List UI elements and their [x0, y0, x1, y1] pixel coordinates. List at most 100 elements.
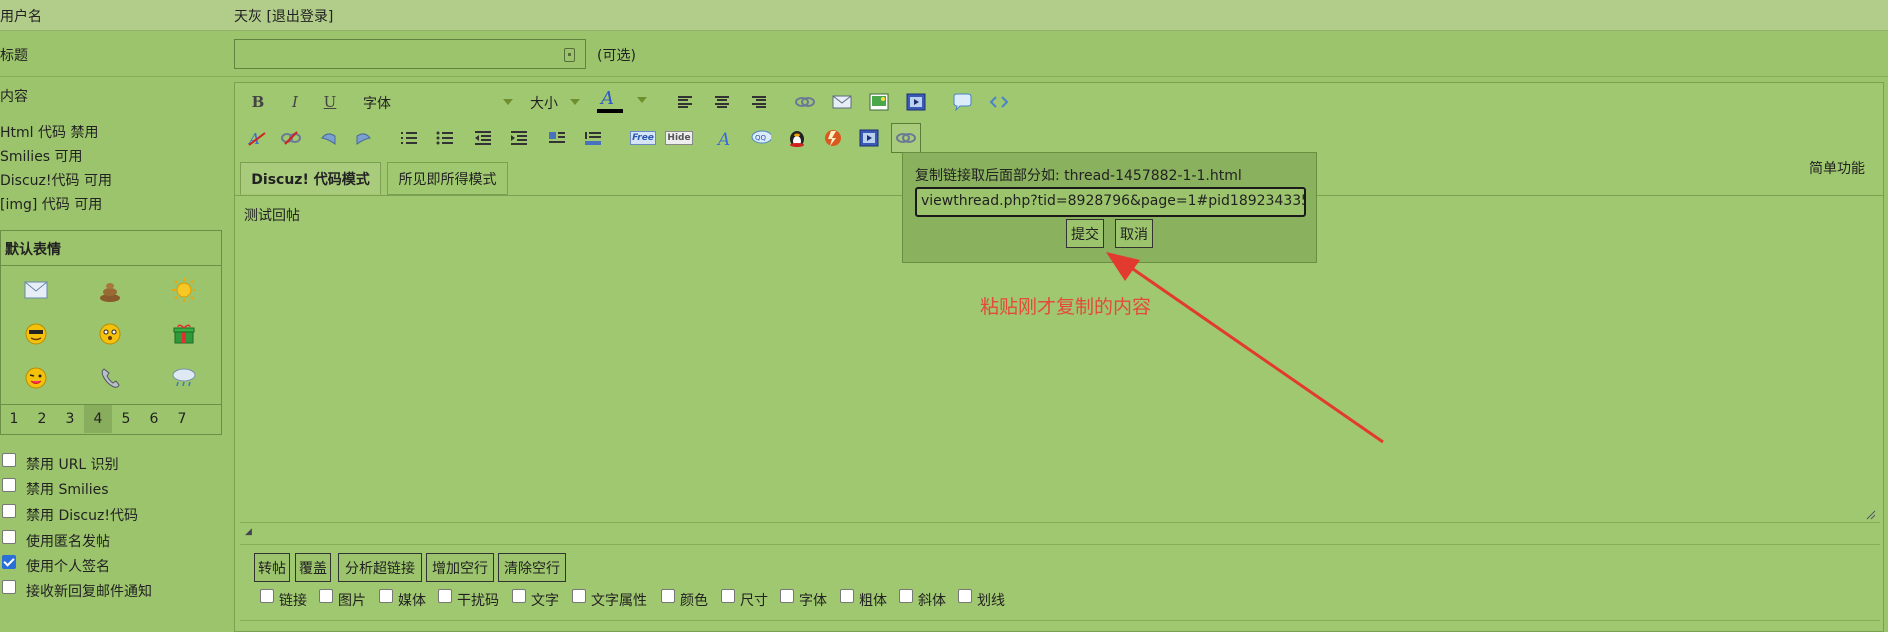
- username-value[interactable]: 天灰 [退出登录]: [234, 6, 333, 26]
- hide-icon[interactable]: Hide: [665, 128, 693, 148]
- italic-button[interactable]: I: [286, 90, 304, 114]
- filter-noise-checkbox[interactable]: [438, 589, 452, 603]
- size-dropdown-label: 大小: [530, 96, 558, 112]
- username-label: 用户名: [0, 9, 42, 25]
- poop-icon[interactable]: [97, 277, 123, 303]
- clear-blank-lines-button[interactable]: 清除空行: [498, 553, 566, 582]
- phone-icon[interactable]: [97, 365, 123, 391]
- parse-links-button[interactable]: 分析超链接: [338, 553, 422, 582]
- text-style-icon[interactable]: A: [715, 128, 735, 148]
- rain-cloud-icon[interactable]: [171, 365, 197, 391]
- smilies-page-7[interactable]: 7: [168, 405, 196, 433]
- option-signature-checkbox[interactable]: [2, 555, 16, 569]
- outdent-icon[interactable]: [473, 128, 493, 148]
- link-url-input[interactable]: viewthread.php?tid=8928796&page=1#pid189…: [915, 187, 1306, 217]
- font-color-dropdown[interactable]: A: [595, 88, 647, 114]
- filter-font-checkbox[interactable]: [780, 589, 794, 603]
- filter-strike-label: 划线: [977, 593, 1005, 609]
- tab-discuz-code-mode[interactable]: Discuz! 代码模式: [240, 162, 381, 195]
- insert-link-active-icon[interactable]: [891, 123, 921, 153]
- filter-text-checkbox[interactable]: [512, 589, 526, 603]
- rule-smilies: Smilies 可用: [0, 149, 83, 165]
- smilies-page-4[interactable]: 4: [84, 405, 112, 433]
- smilies-page-3[interactable]: 3: [56, 405, 84, 433]
- email-icon[interactable]: [832, 92, 852, 112]
- filter-text-attr-label: 文字属性: [591, 593, 647, 609]
- float-right-icon[interactable]: [583, 128, 603, 148]
- filter-media-checkbox[interactable]: [379, 589, 393, 603]
- indent-icon[interactable]: [509, 128, 529, 148]
- font-dropdown[interactable]: 字体: [363, 91, 513, 113]
- filter-italic-label: 斜体: [918, 593, 946, 609]
- gift-icon[interactable]: [171, 321, 197, 347]
- filter-image-checkbox[interactable]: [319, 589, 333, 603]
- option-email-notify-checkbox[interactable]: [2, 580, 16, 594]
- link-icon[interactable]: [795, 92, 815, 112]
- float-left-icon[interactable]: [547, 128, 567, 148]
- svg-text:A: A: [716, 130, 730, 147]
- option-disable-discuz-checkbox[interactable]: [2, 504, 16, 518]
- simple-mode-toggle[interactable]: 简单功能: [1809, 158, 1865, 178]
- option-anonymous-checkbox[interactable]: [2, 530, 16, 544]
- add-blank-lines-button[interactable]: 增加空行: [426, 553, 494, 582]
- title-input[interactable]: [234, 39, 586, 69]
- unordered-list-icon[interactable]: [435, 128, 455, 148]
- video-icon[interactable]: [859, 128, 879, 148]
- free-icon[interactable]: Free: [630, 128, 656, 148]
- smilies-page-1[interactable]: 1: [0, 405, 28, 433]
- repost-button[interactable]: 转帖: [254, 553, 290, 582]
- filter-link-label: 链接: [279, 593, 307, 609]
- resize-arrow-icon[interactable]: ◢: [245, 527, 252, 537]
- surprised-face-icon[interactable]: [97, 321, 123, 347]
- chevron-down-icon: [503, 99, 513, 105]
- option-disable-smilies-checkbox[interactable]: [2, 478, 16, 492]
- smilies-page-6[interactable]: 6: [140, 405, 168, 433]
- media-icon[interactable]: [906, 92, 926, 112]
- envelope-icon[interactable]: [23, 277, 49, 303]
- tab-wysiwyg-mode[interactable]: 所见即所得模式: [387, 162, 508, 195]
- smilies-page-2[interactable]: 2: [28, 405, 56, 433]
- remove-format-icon[interactable]: A: [247, 128, 267, 148]
- popup-instruction: 复制链接取后面部分如: thread-1457882-1-1.html: [915, 168, 1242, 184]
- option-disable-url-label: 禁用 URL 识别: [26, 457, 119, 473]
- cancel-button[interactable]: 取消: [1115, 219, 1153, 248]
- filter-image-label: 图片: [338, 593, 366, 609]
- align-left-icon[interactable]: [675, 92, 695, 112]
- filter-bold-checkbox[interactable]: [840, 589, 854, 603]
- filter-text-attr-checkbox[interactable]: [572, 589, 586, 603]
- cool-face-icon[interactable]: [23, 321, 49, 347]
- filter-strike-checkbox[interactable]: [958, 589, 972, 603]
- underline-button[interactable]: U: [321, 90, 339, 114]
- filter-font-label: 字体: [799, 593, 827, 609]
- smilies-page-5[interactable]: 5: [112, 405, 140, 433]
- resize-handle-icon[interactable]: [1866, 508, 1876, 520]
- quote-icon[interactable]: [952, 92, 972, 112]
- option-signature-label: 使用个人签名: [26, 559, 110, 575]
- filter-italic-checkbox[interactable]: [899, 589, 913, 603]
- option-anonymous-label: 使用匿名发帖: [26, 534, 110, 550]
- flash-icon[interactable]: [823, 128, 843, 148]
- unlink-icon[interactable]: [281, 128, 301, 148]
- align-center-icon[interactable]: [712, 92, 732, 112]
- wink-face-icon[interactable]: [23, 365, 49, 391]
- sun-icon[interactable]: [171, 277, 197, 303]
- bold-button[interactable]: B: [249, 90, 267, 114]
- submit-button[interactable]: 提交: [1066, 219, 1104, 248]
- ordered-list-icon[interactable]: [399, 128, 419, 148]
- option-disable-url-checkbox[interactable]: [2, 453, 16, 467]
- redo-icon[interactable]: [353, 128, 373, 148]
- code-icon[interactable]: [989, 92, 1009, 112]
- filter-link-checkbox[interactable]: [260, 589, 274, 603]
- image-icon[interactable]: [869, 92, 889, 112]
- filter-size-checkbox[interactable]: [721, 589, 735, 603]
- undo-icon[interactable]: [319, 128, 339, 148]
- overwrite-button[interactable]: 覆盖: [295, 553, 331, 582]
- size-dropdown[interactable]: 大小: [530, 91, 588, 113]
- content-label: 内容: [0, 89, 28, 105]
- chevron-down-icon: [570, 99, 580, 105]
- title-optional-hint: (可选): [597, 48, 636, 64]
- chat-bubble-icon[interactable]: QQ: [751, 128, 771, 148]
- qq-penguin-icon[interactable]: [787, 128, 807, 148]
- filter-color-checkbox[interactable]: [661, 589, 675, 603]
- align-right-icon[interactable]: [749, 92, 769, 112]
